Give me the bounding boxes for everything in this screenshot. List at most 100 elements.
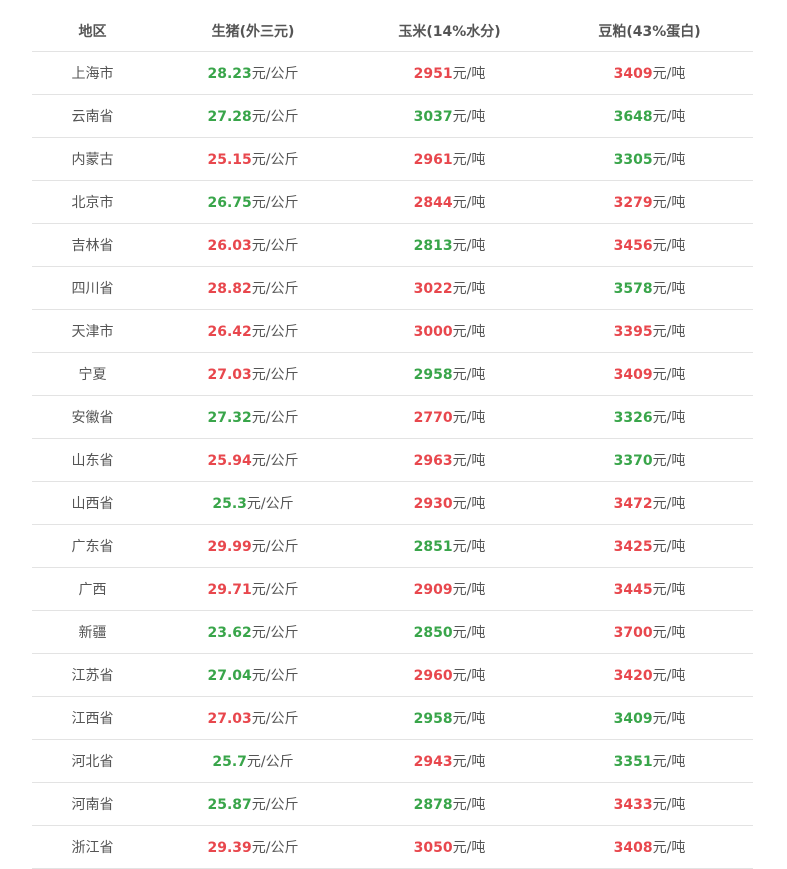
header-corn: 玉米(14%水分) bbox=[353, 10, 546, 52]
price-value: 3409 bbox=[613, 711, 653, 727]
price-unit: 元/吨 bbox=[652, 238, 686, 254]
price-value: 29.39 bbox=[207, 840, 252, 856]
price-unit: 元/公斤 bbox=[246, 496, 294, 512]
soymeal-price-cell: 3409元/吨 bbox=[546, 352, 753, 396]
price-unit: 元/吨 bbox=[652, 367, 686, 383]
price-value: 23.62 bbox=[207, 625, 252, 641]
pig-price-cell: 29.99元/公斤 bbox=[153, 524, 353, 568]
soymeal-price-cell: 3370元/吨 bbox=[546, 438, 753, 482]
corn-price-cell: 2958元/吨 bbox=[353, 696, 546, 740]
corn-price-cell: 2961元/吨 bbox=[353, 137, 546, 181]
price-value: 3037 bbox=[413, 109, 453, 125]
price-unit: 元/吨 bbox=[452, 195, 486, 211]
soymeal-price-cell: 3700元/吨 bbox=[546, 610, 753, 654]
region-cell: 四川省 bbox=[32, 266, 153, 310]
price-value: 3409 bbox=[613, 66, 653, 82]
corn-price-cell: 2909元/吨 bbox=[353, 567, 546, 611]
price-value: 2963 bbox=[413, 453, 453, 469]
corn-price-cell: 2960元/吨 bbox=[353, 653, 546, 697]
corn-price-cell: 2930元/吨 bbox=[353, 481, 546, 525]
corn-price-cell: 2813元/吨 bbox=[353, 223, 546, 267]
pig-price-cell: 29.71元/公斤 bbox=[153, 567, 353, 611]
pig-price-cell: 23.62元/公斤 bbox=[153, 610, 353, 654]
price-unit: 元/公斤 bbox=[251, 625, 299, 641]
pig-price-cell: 27.28元/公斤 bbox=[153, 94, 353, 138]
soymeal-price-cell: 3408元/吨 bbox=[546, 825, 753, 869]
price-unit: 元/公斤 bbox=[246, 754, 294, 770]
table-row: 江西省 27.03元/公斤 2958元/吨 3409元/吨 bbox=[32, 696, 753, 740]
region-cell: 江西省 bbox=[32, 696, 153, 740]
soymeal-price-cell: 3433元/吨 bbox=[546, 782, 753, 826]
price-value: 2958 bbox=[413, 711, 453, 727]
price-value: 2851 bbox=[413, 539, 453, 555]
price-value: 2878 bbox=[413, 797, 453, 813]
region-cell: 上海市 bbox=[32, 51, 153, 95]
region-cell: 北京市 bbox=[32, 180, 153, 224]
corn-price-cell: 3022元/吨 bbox=[353, 266, 546, 310]
price-value: 3472 bbox=[613, 496, 653, 512]
price-unit: 元/公斤 bbox=[251, 453, 299, 469]
price-unit: 元/公斤 bbox=[251, 410, 299, 426]
price-unit: 元/吨 bbox=[452, 711, 486, 727]
header-pig: 生猪(外三元) bbox=[153, 10, 353, 52]
price-table-container: 地区 生猪(外三元) 玉米(14%水分) 豆粕(43%蛋白) 上海市 28.23 元… bbox=[32, 10, 753, 869]
price-value: 3409 bbox=[613, 367, 653, 383]
price-unit: 元/吨 bbox=[652, 754, 686, 770]
price-value: 3022 bbox=[413, 281, 453, 297]
corn-price-cell: 2958元/吨 bbox=[353, 352, 546, 396]
price-unit: 元/吨 bbox=[652, 840, 686, 856]
price-unit: 元/公斤 bbox=[251, 797, 299, 813]
price-value: 2961 bbox=[413, 152, 453, 168]
table-header: 地区 生猪(外三元) 玉米(14%水分) 豆粕(43%蛋白) bbox=[32, 10, 753, 52]
corn-price-cell: 2963元/吨 bbox=[353, 438, 546, 482]
soymeal-price-cell: 3648元/吨 bbox=[546, 94, 753, 138]
price-value: 3305 bbox=[613, 152, 653, 168]
price-unit: 元/公斤 bbox=[251, 539, 299, 555]
price-unit: 元/吨 bbox=[652, 109, 686, 125]
pig-price-cell: 27.04元/公斤 bbox=[153, 653, 353, 697]
soymeal-price-cell: 3425元/吨 bbox=[546, 524, 753, 568]
soymeal-price-cell: 3326元/吨 bbox=[546, 395, 753, 439]
pig-price-cell: 27.32元/公斤 bbox=[153, 395, 353, 439]
table-row: 广西 29.71元/公斤 2909元/吨 3445元/吨 bbox=[32, 567, 753, 611]
price-value: 28.23 bbox=[207, 66, 252, 82]
soymeal-price-cell: 3409元/吨 bbox=[546, 51, 753, 95]
corn-price-cell: 3000元/吨 bbox=[353, 309, 546, 353]
soymeal-price-cell: 3279元/吨 bbox=[546, 180, 753, 224]
table-row: 北京市 26.75元/公斤 2844元/吨 3279元/吨 bbox=[32, 180, 753, 224]
price-unit: 元/吨 bbox=[452, 582, 486, 598]
pig-price-cell: 26.03元/公斤 bbox=[153, 223, 353, 267]
price-value: 28.82 bbox=[207, 281, 252, 297]
price-unit: 元/吨 bbox=[652, 152, 686, 168]
corn-price-cell: 2943元/吨 bbox=[353, 739, 546, 783]
region-cell: 吉林省 bbox=[32, 223, 153, 267]
table-row: 吉林省 26.03元/公斤 2813元/吨 3456元/吨 bbox=[32, 223, 753, 267]
pig-price-cell: 25.3元/公斤 bbox=[153, 481, 353, 525]
pig-price-cell: 25.15元/公斤 bbox=[153, 137, 353, 181]
price-value: 2813 bbox=[413, 238, 453, 254]
region-cell: 山西省 bbox=[32, 481, 153, 525]
price-unit: 元/吨 bbox=[652, 496, 686, 512]
price-unit: 元/公斤 bbox=[251, 324, 299, 340]
price-unit: 元/吨 bbox=[452, 539, 486, 555]
price-unit: 元/公斤 bbox=[251, 109, 299, 125]
price-unit: 元/吨 bbox=[652, 410, 686, 426]
price-unit: 元/公斤 bbox=[251, 582, 299, 598]
price-unit: 元/吨 bbox=[452, 410, 486, 426]
price-unit: 元/吨 bbox=[652, 539, 686, 555]
price-value: 2951 bbox=[413, 66, 453, 82]
table-row: 云南省 27.28元/公斤 3037元/吨 3648元/吨 bbox=[32, 94, 753, 138]
price-unit: 元/公斤 bbox=[251, 668, 299, 684]
corn-price-cell: 2851元/吨 bbox=[353, 524, 546, 568]
region-cell: 宁夏 bbox=[32, 352, 153, 396]
price-value: 3408 bbox=[613, 840, 653, 856]
table-row: 浙江省 29.39元/公斤 3050元/吨 3408元/吨 bbox=[32, 825, 753, 869]
table-row: 河北省 25.7元/公斤 2943元/吨 3351元/吨 bbox=[32, 739, 753, 783]
price-unit: 元/公斤 bbox=[251, 281, 299, 297]
price-unit: 元/吨 bbox=[452, 324, 486, 340]
price-unit: 元/吨 bbox=[652, 711, 686, 727]
region-cell: 内蒙古 bbox=[32, 137, 153, 181]
price-value: 3351 bbox=[613, 754, 653, 770]
soymeal-price-cell: 3578元/吨 bbox=[546, 266, 753, 310]
price-value: 2909 bbox=[413, 582, 453, 598]
